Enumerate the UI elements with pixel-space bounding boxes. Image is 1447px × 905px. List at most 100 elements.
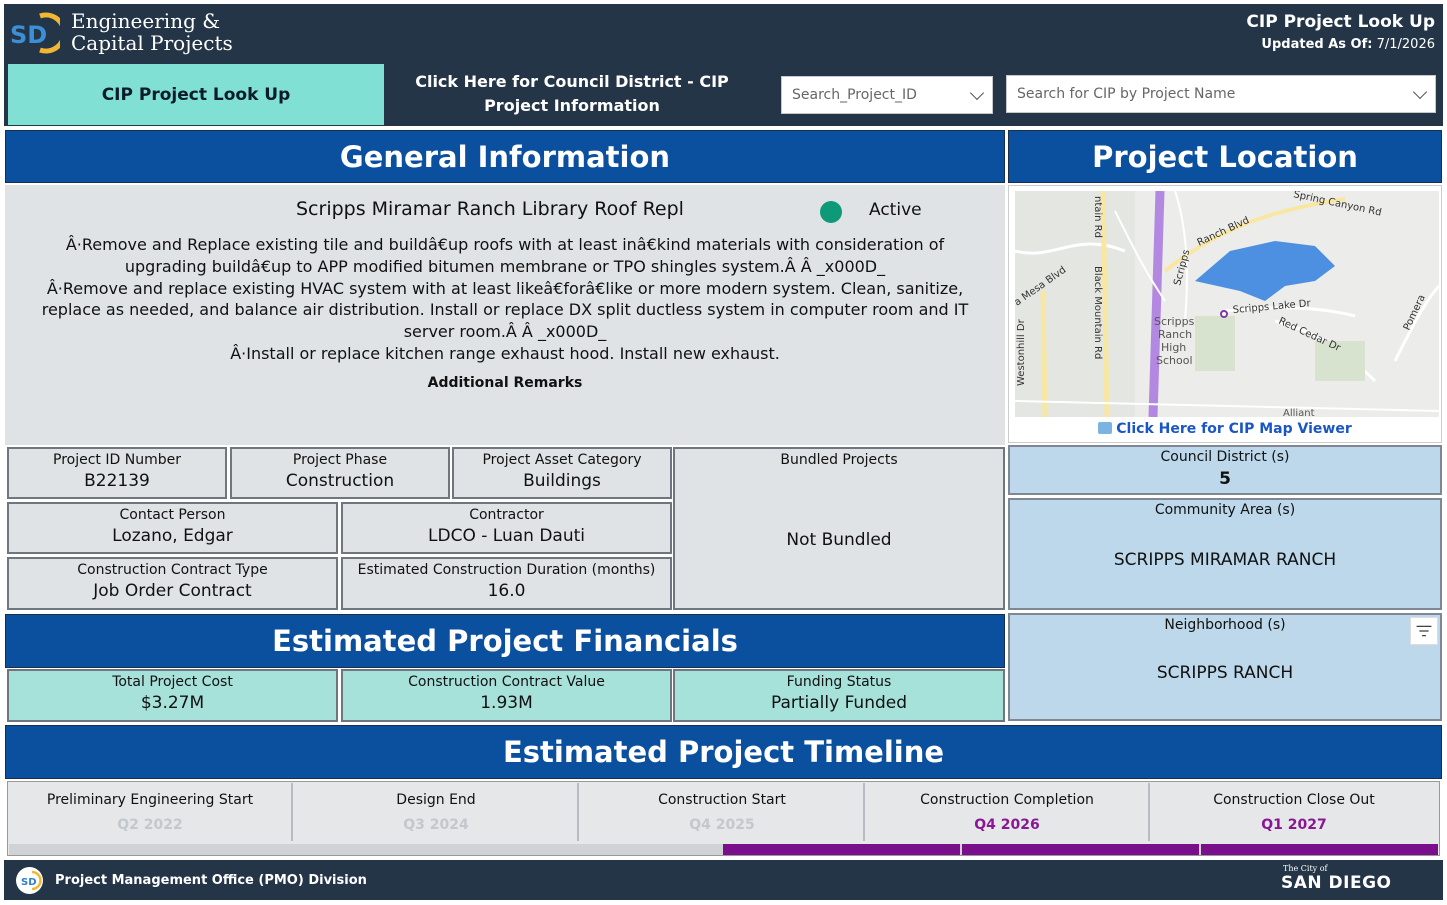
description-line: upgrading buildâ€up to APP modified bitu… — [124, 256, 886, 276]
search-project-name-placeholder: Search for CIP by Project Name — [1017, 86, 1236, 102]
card-funding-status: Funding Status Partially Funded — [673, 669, 1005, 722]
card-value: 5 — [1219, 469, 1231, 489]
description-line: replace as needed, and balance air distr… — [41, 300, 969, 320]
card-asset-category: Project Asset Category Buildings — [452, 447, 672, 499]
org-name-line2: Capital Projects — [71, 31, 233, 55]
sd-logo-icon: SD — [16, 867, 43, 894]
description-line: Â·Remove and Replace existing tile and b… — [65, 235, 945, 254]
project-status: Active — [869, 200, 922, 220]
page-title: CIP Project Look Up — [1246, 12, 1435, 32]
org-name-line1: Engineering & — [71, 9, 221, 33]
section-general-information: General Information — [5, 130, 1005, 183]
description-line: server room.Â Â _x000D_ — [403, 322, 607, 342]
timeline-progress-segment — [1201, 844, 1438, 855]
map-icon — [1098, 422, 1113, 434]
description-line: Â·Remove and replace existing HVAC syste… — [46, 278, 964, 298]
card-label: Neighborhood (s) — [1164, 617, 1286, 633]
milestone-label: Preliminary Engineering Start — [46, 792, 254, 808]
milestone-date: Q3 2024 — [403, 817, 469, 833]
updated-date: Updated As Of: 7/1/2026 — [1261, 37, 1435, 52]
search-project-id-dropdown[interactable]: Search_Project_ID — [781, 76, 993, 114]
map-label: Black Mountain Rd — [1092, 266, 1103, 359]
card-value: Buildings — [523, 471, 601, 491]
project-description: Â·Remove and Replace existing tile and b… — [12, 234, 998, 365]
milestone-label: Construction Close Out — [1213, 792, 1375, 808]
card-council-district: Council District (s) 5 — [1008, 445, 1442, 495]
card-label: Council District (s) — [1160, 449, 1290, 465]
updated-value: 7/1/2026 — [1376, 37, 1435, 52]
section-estimated-timeline: Estimated Project Timeline — [5, 725, 1442, 779]
map-label: ntain Rd — [1092, 196, 1103, 238]
chevron-down-icon — [1412, 84, 1428, 99]
card-label: Funding Status — [786, 674, 892, 690]
project-name: Scripps Miramar Ranch Library Roof Repl — [296, 198, 684, 220]
tab-council-district[interactable]: Click Here for Council District - CIP Pr… — [388, 70, 756, 120]
card-value: 1.93M — [480, 693, 533, 713]
section-project-location: Project Location — [1008, 130, 1442, 183]
card-value: Partially Funded — [770, 693, 908, 713]
card-project-id: Project ID Number B22139 — [7, 447, 227, 499]
milestone-date: Q4 2026 — [974, 817, 1040, 833]
svg-text:SD: SD — [10, 21, 47, 49]
milestone-date: Q4 2025 — [689, 817, 755, 833]
card-label: Community Area (s) — [1154, 502, 1296, 518]
search-project-id-placeholder: Search_Project_ID — [792, 87, 917, 103]
timeline-progress-segment — [962, 844, 1199, 855]
svg-text:SD: SD — [21, 877, 37, 888]
card-contractor: Contractor LDCO - Luan Dauti — [341, 502, 672, 554]
search-project-name-dropdown[interactable]: Search for CIP by Project Name — [1006, 75, 1436, 113]
timeline-milestone: Construction Close Out Q1 2027 — [1152, 783, 1436, 841]
card-label: Total Project Cost — [112, 674, 233, 690]
project-location-map[interactable]: ntain Rd Black Mountain Rd Westonhill Dr… — [1015, 191, 1439, 417]
map-label: Alliant — [1283, 408, 1315, 417]
card-project-phase: Project Phase Construction — [230, 447, 450, 499]
milestone-date: Q1 2027 — [1261, 817, 1327, 833]
city-logo-small: The City of — [1283, 864, 1328, 873]
card-contract-type: Construction Contract Type Job Order Con… — [7, 557, 338, 610]
milestone-label: Construction Completion — [920, 792, 1094, 808]
card-label: Project Asset Category — [482, 452, 642, 468]
status-indicator-icon — [820, 201, 842, 223]
updated-label: Updated As Of: — [1261, 37, 1373, 52]
map-label: School — [1156, 354, 1193, 367]
map-label: High — [1161, 341, 1186, 354]
card-label: Bundled Projects — [780, 452, 898, 468]
card-label: Construction Contract Value — [408, 674, 605, 690]
milestone-label: Construction Start — [658, 792, 786, 808]
card-neighborhood: Neighborhood (s) SCRIPPS RANCH — [1008, 613, 1442, 721]
card-value: Lozano, Edgar — [112, 526, 233, 546]
map-label: Westonhill Dr — [1016, 318, 1027, 386]
chevron-down-icon — [969, 85, 985, 100]
timeline-milestone: Design End Q3 2024 — [295, 783, 579, 841]
card-value: SCRIPPS MIRAMAR RANCH — [1113, 550, 1337, 570]
card-value: Construction — [285, 471, 395, 491]
map-link-text: Click Here for CIP Map Viewer — [1116, 421, 1352, 437]
additional-remarks-label: Additional Remarks — [427, 375, 583, 391]
description-line: Â·Install or replace kitchen range exhau… — [230, 343, 780, 363]
card-total-project-cost: Total Project Cost $3.27M — [7, 669, 338, 722]
section-estimated-financials: Estimated Project Financials — [5, 614, 1005, 668]
milestone-date: Q2 2022 — [117, 817, 183, 833]
card-value: Job Order Contract — [93, 581, 252, 601]
map-label: Ranch — [1158, 328, 1192, 341]
card-value: 16.0 — [487, 581, 526, 601]
card-construction-duration: Estimated Construction Duration (months)… — [341, 557, 672, 610]
filter-icon[interactable] — [1410, 617, 1438, 645]
card-construction-contract-value: Construction Contract Value 1.93M — [341, 669, 672, 722]
tab-cip-project-lookup[interactable]: CIP Project Look Up — [8, 64, 384, 125]
footer-division: Project Management Office (PMO) Division — [55, 873, 367, 888]
map-label: Scripps — [1154, 315, 1195, 328]
card-label: Project Phase — [292, 452, 388, 468]
city-logo: SAN DIEGO — [1281, 873, 1392, 893]
card-community-area: Community Area (s) SCRIPPS MIRAMAR RANCH — [1008, 498, 1442, 610]
card-value: SCRIPPS RANCH — [1156, 663, 1294, 683]
card-contact-person: Contact Person Lozano, Edgar — [7, 502, 338, 554]
cip-map-viewer-link[interactable]: Click Here for CIP Map Viewer — [1008, 421, 1442, 437]
card-label: Project ID Number — [53, 452, 181, 468]
card-value: B22139 — [84, 471, 150, 491]
card-label: Contact Person — [119, 507, 226, 523]
timeline-milestone: Preliminary Engineering Start Q2 2022 — [9, 783, 293, 841]
card-value: Not Bundled — [786, 530, 892, 550]
card-value: LDCO - Luan Dauti — [428, 526, 585, 546]
timeline-progress-segment — [723, 844, 960, 855]
